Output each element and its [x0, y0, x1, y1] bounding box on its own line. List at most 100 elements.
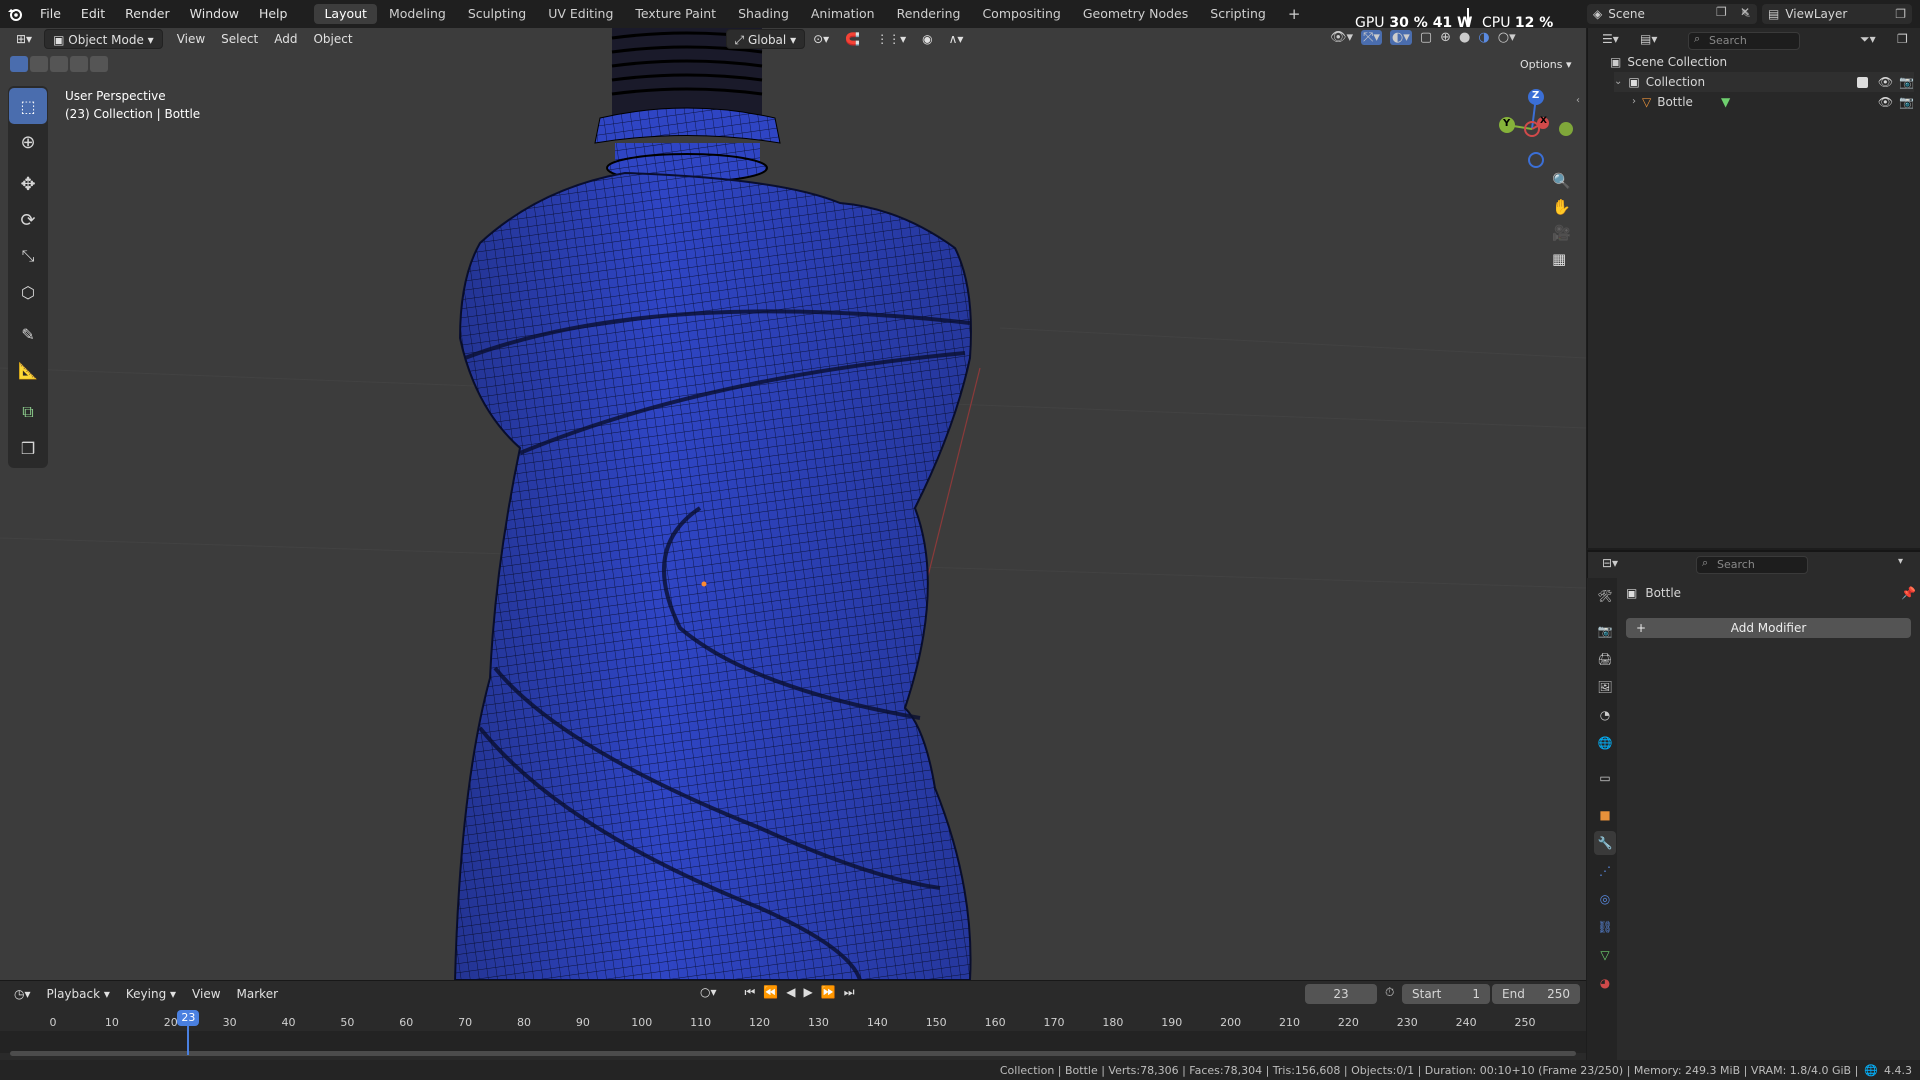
tab-object[interactable]: ■: [1594, 803, 1616, 827]
transform-orientation[interactable]: ⤢ Global ▾: [725, 29, 806, 49]
menu-object[interactable]: Object: [305, 29, 360, 49]
properties-search-input[interactable]: Search: [1696, 556, 1808, 574]
visibility-icon[interactable]: 👁▾: [1330, 30, 1353, 45]
menu-view[interactable]: View: [169, 29, 213, 49]
shading-rendered-icon[interactable]: ○▾: [1498, 30, 1516, 45]
pan-hand-icon[interactable]: ✋: [1552, 198, 1571, 216]
shading-material-icon[interactable]: ◑: [1478, 30, 1489, 45]
new-view-layer-icon[interactable]: ❐: [1895, 7, 1906, 21]
menu-marker[interactable]: Marker: [229, 984, 286, 1004]
navigation-gizmo[interactable]: Z Y X: [1490, 85, 1580, 175]
menu-file[interactable]: File: [30, 0, 71, 28]
tab-compositing[interactable]: Compositing: [972, 4, 1070, 24]
menu-window[interactable]: Window: [180, 0, 249, 28]
expand-bottle-icon[interactable]: ›: [1632, 92, 1636, 112]
proportional-edit-icon[interactable]: ◉: [914, 29, 940, 49]
editor-type-icon[interactable]: ⊞▾: [8, 29, 40, 49]
menu-help[interactable]: Help: [249, 0, 298, 28]
tab-texture-paint[interactable]: Texture Paint: [625, 4, 726, 24]
collapse-sidebar-icon[interactable]: ‹: [1576, 95, 1580, 106]
select-invert-icon[interactable]: [70, 56, 88, 72]
expand-collection-icon[interactable]: ⌄: [1614, 72, 1622, 92]
timeline-scrollbar[interactable]: [10, 1051, 1576, 1056]
new-collection-icon[interactable]: ❐: [1897, 32, 1908, 46]
tab-scripting[interactable]: Scripting: [1200, 4, 1276, 24]
tab-physics[interactable]: ◎: [1594, 887, 1616, 911]
3d-viewport[interactable]: [0, 28, 1586, 980]
tab-scene[interactable]: ◔: [1594, 703, 1616, 727]
jump-end-icon[interactable]: ⏭: [844, 985, 855, 1000]
scene-selector[interactable]: ◈ Scene ✎: [1587, 4, 1757, 24]
annotate-tool[interactable]: ✎: [9, 316, 47, 352]
view-layer-selector[interactable]: ▤ ViewLayer ❐: [1762, 4, 1912, 24]
scale-tool[interactable]: ⤡: [9, 238, 47, 274]
add-cube-tool[interactable]: ⧉: [9, 394, 47, 430]
falloff-icon[interactable]: ∧▾: [941, 29, 972, 49]
delete-scene-icon[interactable]: ✕: [1740, 5, 1750, 19]
select-intersect-icon[interactable]: [90, 56, 108, 72]
menu-edit[interactable]: Edit: [71, 0, 115, 28]
timeline-editor-type-icon[interactable]: ◷▾: [6, 984, 39, 1004]
properties-editor-type-icon[interactable]: ⊟▾: [1602, 556, 1618, 570]
measure-tool[interactable]: 📐: [9, 352, 47, 388]
outliner-bottle[interactable]: › ▽ Bottle ▼ 👁 📷: [1632, 92, 1914, 112]
tab-world[interactable]: 🌐: [1594, 731, 1616, 755]
tab-particles[interactable]: ⋰: [1594, 859, 1616, 883]
start-frame-field[interactable]: Start 1: [1402, 984, 1490, 1004]
mesh-data-icon[interactable]: ▼: [1721, 92, 1878, 112]
overlay-toggle-icon[interactable]: ◐▾: [1389, 30, 1412, 45]
menu-playback[interactable]: Playback ▾: [39, 984, 118, 1004]
rotate-tool[interactable]: ⟳: [9, 202, 47, 238]
camera-view-icon[interactable]: 🎥: [1552, 224, 1571, 242]
tab-sculpting[interactable]: Sculpting: [458, 4, 536, 24]
shading-wireframe-icon[interactable]: ⊕: [1440, 30, 1451, 45]
current-frame-field[interactable]: 23: [1305, 984, 1377, 1004]
tab-tool[interactable]: 🛠: [1594, 584, 1616, 608]
play-reverse-icon[interactable]: ◀: [786, 985, 795, 1000]
tab-modeling[interactable]: Modeling: [379, 4, 456, 24]
outliner-editor-type-icon[interactable]: ☰▾: [1602, 32, 1619, 46]
globe-icon[interactable]: 🌐: [1864, 1064, 1878, 1077]
tab-uv-editing[interactable]: UV Editing: [538, 4, 623, 24]
tab-animation[interactable]: Animation: [801, 4, 885, 24]
outliner-search-input[interactable]: Search: [1688, 32, 1800, 50]
tab-constraints[interactable]: ⛓: [1594, 915, 1616, 939]
collection-visibility-icon[interactable]: 👁: [1878, 72, 1893, 92]
outliner-scene-collection[interactable]: ▣ Scene Collection: [1610, 52, 1727, 72]
properties-options-icon[interactable]: ▾: [1898, 556, 1903, 567]
tab-layout[interactable]: Layout: [314, 4, 377, 24]
tab-view-layer[interactable]: 🖼: [1594, 675, 1616, 699]
snap-target-icon[interactable]: ⋮⋮▾: [868, 29, 914, 49]
xray-icon[interactable]: ▢: [1420, 30, 1432, 45]
collection-render-icon[interactable]: 📷: [1899, 72, 1914, 92]
menu-timeline-view[interactable]: View: [184, 984, 228, 1004]
select-subtract-icon[interactable]: [50, 56, 68, 72]
menu-keying[interactable]: Keying ▾: [118, 984, 184, 1004]
zoom-icon[interactable]: 🔍: [1552, 172, 1571, 190]
move-tool[interactable]: ✥: [9, 166, 47, 202]
auto-key-icon[interactable]: ○▾: [700, 985, 717, 1000]
tab-data[interactable]: ▽: [1594, 943, 1616, 967]
extrude-tool[interactable]: ❒: [9, 430, 47, 466]
pivot-icon[interactable]: ⊙▾: [805, 29, 837, 49]
ortho-grid-icon[interactable]: ▦: [1552, 250, 1571, 268]
tab-material[interactable]: ◕: [1594, 971, 1616, 995]
play-icon[interactable]: ▶: [804, 985, 813, 1000]
options-dropdown[interactable]: Options ▾: [1512, 55, 1579, 75]
select-new-icon[interactable]: [10, 56, 28, 72]
tab-collection[interactable]: ▭: [1594, 766, 1616, 790]
cursor-tool[interactable]: ⊕: [9, 124, 47, 160]
next-keyframe-icon[interactable]: ⏩: [821, 985, 836, 1000]
end-frame-field[interactable]: End 250: [1492, 984, 1580, 1004]
tab-modifiers[interactable]: 🔧: [1594, 831, 1616, 855]
shading-solid-icon[interactable]: ●: [1459, 30, 1470, 45]
tab-geometry-nodes[interactable]: Geometry Nodes: [1073, 4, 1198, 24]
outliner-collection[interactable]: ⌄ ▣ Collection 👁 📷: [1614, 72, 1914, 92]
stopwatch-icon[interactable]: ⏱: [1385, 985, 1394, 1000]
bottle-render-icon[interactable]: 📷: [1899, 92, 1914, 112]
mode-selector[interactable]: ▣ Object Mode ▾: [44, 29, 163, 49]
playhead-frame[interactable]: 23: [177, 1010, 200, 1026]
pin-properties-icon[interactable]: 📌: [1901, 586, 1916, 600]
exclude-checkbox[interactable]: [1856, 76, 1868, 88]
tab-rendering[interactable]: Rendering: [887, 4, 971, 24]
